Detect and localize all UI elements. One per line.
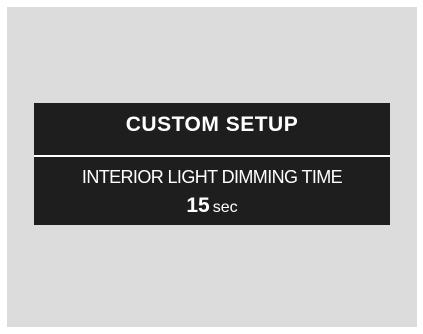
info-display-panel: CUSTOM SETUP INTERIOR LIGHT DIMMING TIME… [34,103,390,225]
setting-label: INTERIOR LIGHT DIMMING TIME [81,167,343,187]
setting-value: 15 [186,194,210,217]
screen-title: CUSTOM SETUP [125,113,299,136]
display-frame: CUSTOM SETUP INTERIOR LIGHT DIMMING TIME… [7,7,417,327]
setting-value-row: 15 sec [34,194,390,218]
header-divider [34,155,390,157]
setting-unit: sec [212,199,238,216]
display-header: CUSTOM SETUP [34,103,390,153]
